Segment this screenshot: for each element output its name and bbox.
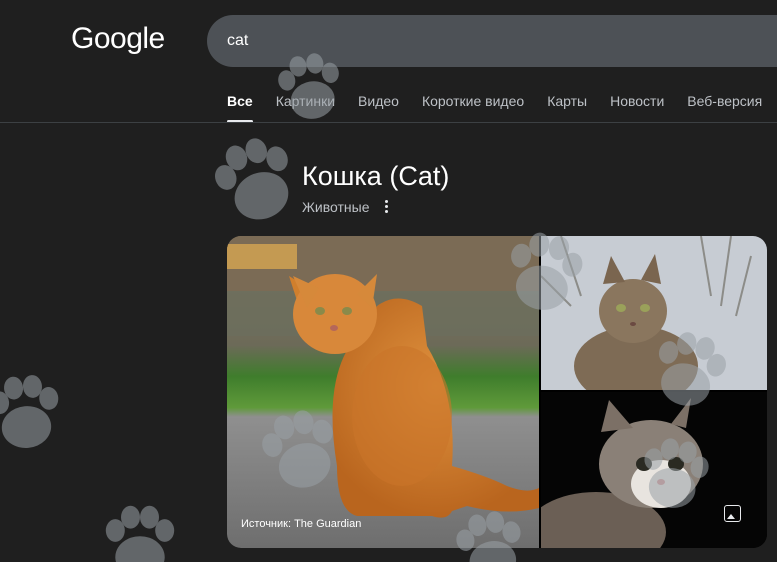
tab-short-videos[interactable]: Короткие видео [422, 93, 524, 123]
orange-cat-image[interactable] [227, 236, 539, 548]
paw-icon [0, 372, 63, 451]
subtitle-text: Животные [302, 199, 370, 215]
search-results-page: Google Все Картинки Видео Короткие видео… [0, 0, 777, 562]
tab-maps[interactable]: Карты [547, 93, 587, 123]
tab-videos[interactable]: Видео [358, 93, 399, 123]
image-icon[interactable] [724, 505, 741, 522]
search-box[interactable] [207, 15, 777, 67]
knowledge-panel-title: Кошка (Cat) [302, 161, 450, 191]
tab-web[interactable]: Веб-версия [687, 93, 762, 123]
paw-icon [105, 505, 175, 562]
header-divider [0, 122, 777, 123]
more-vert-icon[interactable] [380, 199, 394, 215]
knowledge-panel-subtitle: Животные [302, 199, 394, 215]
tabby-cat-image[interactable] [541, 236, 767, 390]
tab-images[interactable]: Картинки [276, 93, 335, 123]
paw-icon [206, 129, 305, 231]
image-source-caption[interactable]: Источник: The Guardian [241, 518, 361, 530]
tab-all[interactable]: Все [227, 93, 253, 123]
tab-news[interactable]: Новости [610, 93, 664, 123]
image-gallery: Источник: The Guardian [227, 236, 767, 548]
kitten-image[interactable] [541, 392, 767, 548]
search-tabs: Все Картинки Видео Короткие видео Карты … [227, 93, 777, 123]
search-input[interactable] [227, 15, 727, 67]
google-logo[interactable]: Google [71, 22, 165, 56]
